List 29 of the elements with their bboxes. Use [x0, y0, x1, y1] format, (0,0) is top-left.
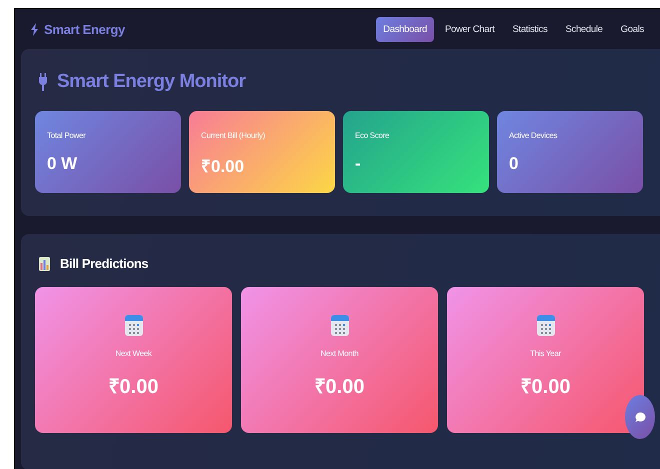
prediction-label: Next Week [115, 349, 152, 358]
calendar-icon [536, 313, 556, 338]
bar-chart-icon [39, 256, 50, 271]
calendar-icon [124, 313, 144, 338]
prediction-label: Next Month [320, 349, 358, 358]
prediction-label: This Year [530, 349, 561, 358]
section-title: Bill Predictions [60, 256, 148, 272]
stat-value: 0 W [47, 154, 78, 174]
prediction-value: ₹0.00 [108, 375, 158, 400]
stat-label: Active Devices [509, 131, 558, 140]
plug-icon [39, 73, 47, 91]
chat-icon [634, 412, 646, 422]
prediction-value: ₹0.00 [314, 375, 364, 400]
app-title: Smart Energy [44, 22, 125, 36]
calendar-icon [330, 313, 350, 338]
section-title: Smart Energy Monitor [57, 71, 246, 93]
stat-value: ₹0.00 [201, 156, 246, 177]
lightning-icon [31, 22, 38, 36]
stat-label: Current Bill (Hourly) [201, 131, 266, 140]
stat-label: Eco Score [355, 131, 390, 140]
nav-tab[interactable]: Goals [614, 16, 651, 42]
nav-tab[interactable]: Statistics [505, 16, 554, 42]
stat-value: 0 [509, 154, 520, 174]
nav-tab[interactable]: Schedule [558, 16, 610, 42]
stat-value: - [355, 154, 362, 174]
prediction-value: ₹0.00 [520, 375, 570, 400]
nav-tab[interactable]: Dashboard [376, 16, 434, 42]
nav-tab[interactable]: Power Chart [438, 16, 502, 42]
stat-label: Total Power [47, 131, 87, 140]
